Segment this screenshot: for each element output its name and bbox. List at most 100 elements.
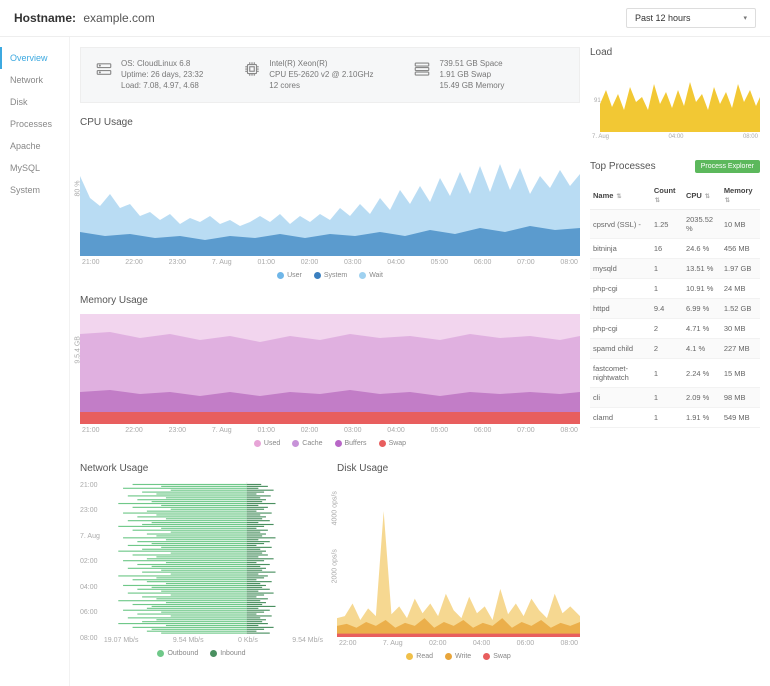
table-cell: bitninja xyxy=(590,239,651,259)
table-cell: 13.51 % xyxy=(683,259,721,279)
tick: 02:00 xyxy=(301,427,319,434)
sidebar-item-overview[interactable]: Overview xyxy=(0,47,69,69)
tick: 19.07 Mb/s xyxy=(104,637,139,644)
info-cpu-cores: 12 cores xyxy=(269,80,373,91)
tick: 04:00 xyxy=(80,584,100,591)
legend-label: Wait xyxy=(369,272,383,279)
legend-label: Used xyxy=(264,440,280,447)
legend-dot-icon xyxy=(359,272,366,279)
sort-icon: ⇅ xyxy=(705,194,710,200)
legend-item[interactable]: Swap xyxy=(483,653,511,660)
server-icon xyxy=(95,60,113,78)
table-row[interactable]: mysqld113.51 %1.97 GB xyxy=(590,259,760,279)
tick: 7. Aug xyxy=(80,533,100,540)
table-cell: cli xyxy=(590,388,651,408)
table-column-header[interactable]: Count ⇅ xyxy=(651,181,683,210)
tick: 02:00 xyxy=(429,640,447,647)
legend-label: Swap xyxy=(493,653,511,660)
sidebar-item-apache[interactable]: Apache xyxy=(0,135,69,157)
table-cell: spamd child xyxy=(590,339,651,359)
table-cell: 16 xyxy=(651,239,683,259)
legend-item[interactable]: Inbound xyxy=(210,650,245,657)
network-usage-chart xyxy=(104,482,323,634)
table-cell: 24 MB xyxy=(721,279,760,299)
table-row[interactable]: clamd11.91 %549 MB xyxy=(590,408,760,428)
legend-dot-icon xyxy=(379,440,386,447)
sidebar-item-disk[interactable]: Disk xyxy=(0,91,69,113)
table-cell: 2 xyxy=(651,339,683,359)
cpu-icon xyxy=(243,60,261,78)
legend-dot-icon xyxy=(292,440,299,447)
legend-label: Cache xyxy=(302,440,322,447)
table-row[interactable]: cli12.09 %98 MB xyxy=(590,388,760,408)
legend-label: Write xyxy=(455,653,471,660)
tick: 08:00 xyxy=(560,427,578,434)
disk-ylabel-2: 2000 ops/s xyxy=(332,550,339,584)
table-cell: 1.91 % xyxy=(683,408,721,428)
tick: 07:00 xyxy=(517,259,535,266)
table-row[interactable]: httpd9.46.99 %1.52 GB xyxy=(590,299,760,319)
process-explorer-button[interactable]: Process Explorer xyxy=(695,160,760,173)
sidebar-item-system[interactable]: System xyxy=(0,179,69,201)
tick: 9.54 Mb/s xyxy=(292,637,323,644)
legend-item[interactable]: Write xyxy=(445,653,471,660)
table-cell: 1 xyxy=(651,279,683,299)
network-usage-panel: Network Usage 08:0006:0004:0002:007. Aug… xyxy=(80,463,323,661)
table-cell: httpd xyxy=(590,299,651,319)
table-column-header[interactable]: Name ⇅ xyxy=(590,181,651,210)
tick: 7. Aug xyxy=(212,427,232,434)
tick: 06:00 xyxy=(474,427,492,434)
legend-item[interactable]: Swap xyxy=(379,440,407,447)
sidebar-item-mysql[interactable]: MySQL xyxy=(0,157,69,179)
legend-item[interactable]: Buffers xyxy=(335,440,367,447)
table-row[interactable]: spamd child24.1 %227 MB xyxy=(590,339,760,359)
disk-ylabel-1: 4000 ops/s xyxy=(332,492,339,526)
tick: 06:00 xyxy=(474,259,492,266)
legend-item[interactable]: Used xyxy=(254,440,280,447)
table-row[interactable]: fastcomet-nightwatch12.24 %15 MB xyxy=(590,359,760,388)
table-row[interactable]: bitninja1624.6 %456 MB xyxy=(590,239,760,259)
table-row[interactable]: cpsrvd (SSL) -1.252035.52 %10 MB xyxy=(590,210,760,239)
tick: 22:00 xyxy=(339,640,357,647)
tick: 06:00 xyxy=(80,609,100,616)
tick: 04:00 xyxy=(668,134,683,140)
table-cell: 1.97 GB xyxy=(721,259,760,279)
table-cell: 15 MB xyxy=(721,359,760,388)
table-row[interactable]: php-cgi110.91 %24 MB xyxy=(590,279,760,299)
table-column-header[interactable]: Memory ⇅ xyxy=(721,181,760,210)
info-cpu-name: Intel(R) Xeon(R) xyxy=(269,58,373,69)
legend-item[interactable]: Wait xyxy=(359,272,383,279)
legend-item[interactable]: System xyxy=(314,272,347,279)
legend-dot-icon xyxy=(277,272,284,279)
table-cell: 1 xyxy=(651,359,683,388)
table-cell: cpsrvd (SSL) - xyxy=(590,210,651,239)
table-row[interactable]: php-cgi24.71 %30 MB xyxy=(590,319,760,339)
time-range-select[interactable]: Past 12 hours ▾ xyxy=(626,8,756,28)
legend-dot-icon xyxy=(314,272,321,279)
legend-dot-icon xyxy=(445,653,452,660)
table-cell: 30 MB xyxy=(721,319,760,339)
legend-item[interactable]: Read xyxy=(406,653,433,660)
top-processes-title: Top Processes xyxy=(590,161,656,172)
hostname: Hostname: example.com xyxy=(14,11,155,25)
legend-item[interactable]: Cache xyxy=(292,440,322,447)
legend-label: Outbound xyxy=(167,650,198,657)
legend-item[interactable]: User xyxy=(277,272,302,279)
cpu-ylabel: 80 % xyxy=(75,180,82,196)
table-cell: 24.6 % xyxy=(683,239,721,259)
memory-ylabel: 9.5.4 GB xyxy=(75,336,82,364)
table-cell: 10 MB xyxy=(721,210,760,239)
tick: 08:00 xyxy=(743,134,758,140)
table-column-header[interactable]: CPU ⇅ xyxy=(683,181,721,210)
tick: 21:00 xyxy=(82,259,100,266)
legend-item[interactable]: Outbound xyxy=(157,650,198,657)
sidebar-item-network[interactable]: Network xyxy=(0,69,69,91)
legend-dot-icon xyxy=(254,440,261,447)
sidebar-item-processes[interactable]: Processes xyxy=(0,113,69,135)
info-uptime: Uptime: 26 days, 23:32 xyxy=(121,69,203,80)
sort-icon: ⇅ xyxy=(655,198,660,204)
legend-dot-icon xyxy=(157,650,164,657)
disk-usage-panel: Disk Usage 4000 ops/s 2000 ops/s 22:007.… xyxy=(337,463,580,661)
table-cell: php-cgi xyxy=(590,279,651,299)
disk-usage-title: Disk Usage xyxy=(337,463,580,474)
